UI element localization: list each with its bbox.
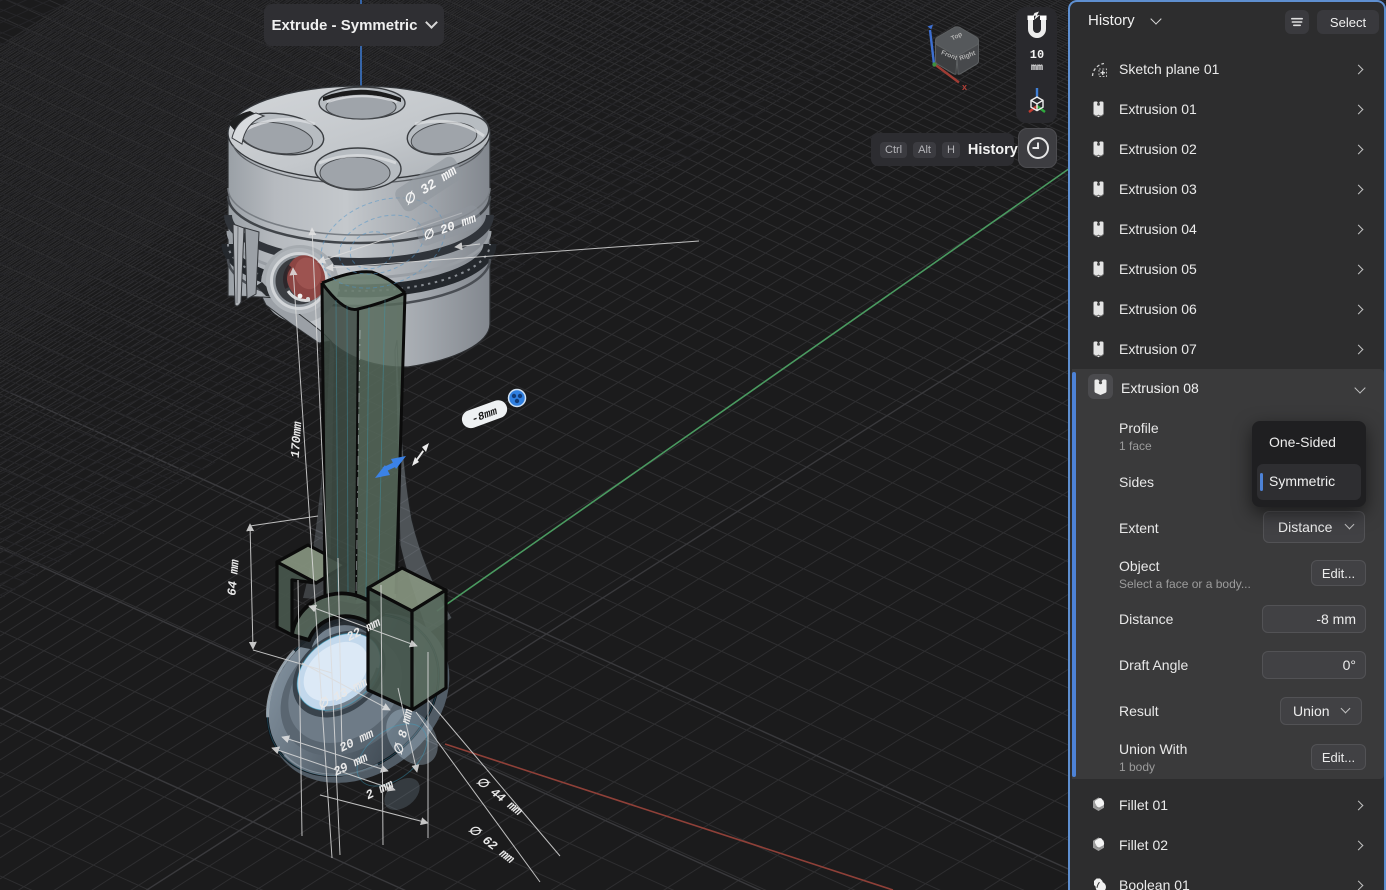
- svg-text:mm: mm: [1031, 63, 1043, 74]
- svg-text:∅ 62 mm: ∅ 62 mm: [465, 823, 517, 868]
- svg-text:10: 10: [1030, 48, 1044, 62]
- svg-text:64 mm: 64 mm: [225, 558, 242, 596]
- svg-text:170mm: 170mm: [289, 421, 306, 459]
- svg-text:∅ 44 mm: ∅ 44 mm: [473, 775, 525, 820]
- svg-text:x: x: [962, 82, 967, 92]
